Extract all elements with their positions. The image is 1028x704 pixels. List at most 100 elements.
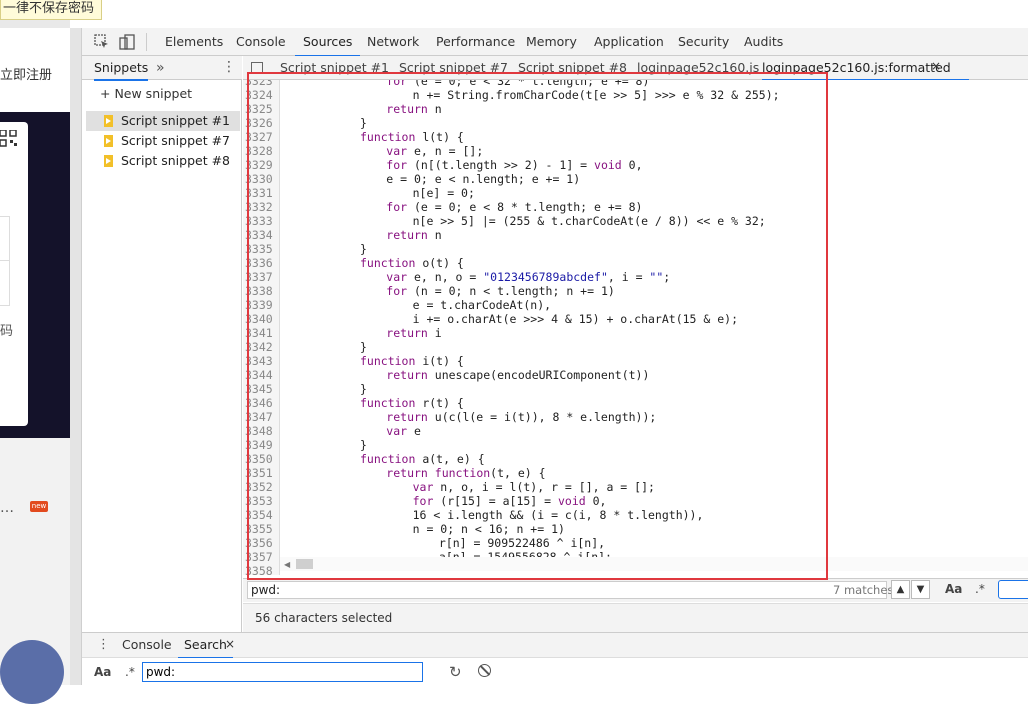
close-tab-icon[interactable]: ×	[931, 59, 941, 73]
line-number[interactable]: 3353	[243, 494, 278, 508]
code-line[interactable]: r[n] = 909522486 ^ i[n],	[439, 536, 605, 550]
code-line[interactable]: }	[360, 116, 367, 130]
tab-performance[interactable]: Performance	[436, 28, 515, 55]
line-number[interactable]: 3332	[243, 200, 278, 214]
line-number[interactable]: 3336	[243, 256, 278, 270]
code-line[interactable]: var e, n, o = "0123456789abcdef", i = ""…	[386, 270, 670, 284]
editor-tab-snippet-8[interactable]: Script snippet #8	[518, 56, 627, 79]
editor-tab-loginpage[interactable]: loginpage52c160.js	[637, 56, 759, 79]
floating-button[interactable]	[0, 640, 64, 704]
device-toolbar-icon[interactable]	[119, 34, 135, 50]
code-line[interactable]: return u(c(l(e = i(t)), 8 * e.length));	[386, 410, 656, 424]
refresh-icon[interactable]: ↻	[449, 663, 462, 681]
clear-search-icon[interactable]	[478, 664, 491, 677]
line-number[interactable]: 3351	[243, 466, 278, 480]
line-number[interactable]: 3334	[243, 228, 278, 242]
tab-memory[interactable]: Memory	[526, 28, 577, 55]
code-line[interactable]: e = t.charCodeAt(n),	[413, 298, 551, 312]
code-line[interactable]: for (e = 0; e < 8 * t.length; e += 8)	[386, 200, 642, 214]
drawer-regex-toggle[interactable]: .*	[125, 665, 135, 679]
close-drawer-tab-icon[interactable]: ×	[225, 637, 235, 651]
line-number[interactable]: 3325	[243, 102, 278, 116]
code-line[interactable]: return n	[386, 102, 441, 116]
line-number[interactable]: 3333	[243, 214, 278, 228]
line-number[interactable]: 3357	[243, 550, 278, 564]
code-line[interactable]: return unescape(encodeURIComponent(t))	[386, 368, 649, 382]
line-number[interactable]: 3358	[243, 564, 278, 575]
navigator-menu-icon[interactable]: ⋮	[222, 59, 236, 75]
line-number[interactable]: 3355	[243, 522, 278, 536]
snippet-item[interactable]: Script snippet #7	[86, 131, 240, 151]
editor-tab-snippet-1[interactable]: Script snippet #1	[280, 56, 389, 79]
line-number[interactable]: 3324	[243, 88, 278, 102]
tab-application[interactable]: Application	[594, 28, 664, 55]
toggle-navigator-icon[interactable]	[251, 62, 263, 73]
drawer-match-case-toggle[interactable]: Aa	[94, 665, 111, 679]
code-line[interactable]: return function(t, e) {	[386, 466, 545, 480]
tab-sources[interactable]: Sources	[295, 28, 361, 57]
line-number[interactable]: 3343	[243, 354, 278, 368]
code-line[interactable]: }	[360, 340, 367, 354]
code-line[interactable]: 16 < i.length && (i = c(i, 8 * t.length)…	[413, 508, 704, 522]
line-number[interactable]: 3329	[243, 158, 278, 172]
line-number[interactable]: 3345	[243, 382, 278, 396]
code-line[interactable]: for (r[15] = a[15] = void 0,	[413, 494, 607, 508]
tab-audits[interactable]: Audits	[744, 28, 783, 55]
register-link[interactable]: 立即注册	[0, 64, 52, 83]
snippet-item[interactable]: Script snippet #1	[86, 111, 240, 131]
code-line[interactable]: n = 0; n < 16; n += 1)	[413, 522, 565, 536]
tab-console[interactable]: Console	[236, 28, 286, 55]
line-number[interactable]: 3354	[243, 508, 278, 522]
code-line[interactable]: n[e] = 0;	[413, 186, 475, 200]
code-line[interactable]: function a(t, e) {	[360, 452, 485, 466]
code-line[interactable]: }	[360, 438, 367, 452]
inspect-element-icon[interactable]	[94, 34, 110, 50]
regex-toggle[interactable]: .*	[975, 582, 985, 596]
code-line[interactable]: for (e = 0; e < 32 * t.length; e += 8)	[386, 80, 649, 88]
page-scrollbar[interactable]	[70, 28, 82, 685]
password-save-tooltip[interactable]: 一律不保存密码	[0, 0, 102, 20]
code-line[interactable]: return i	[386, 326, 441, 340]
replace-input[interactable]	[998, 580, 1028, 599]
line-number[interactable]: 3344	[243, 368, 278, 382]
line-number[interactable]: 3342	[243, 340, 278, 354]
line-number[interactable]: 3340	[243, 312, 278, 326]
code-line[interactable]: for (n[(t.length >> 2) - 1] = void 0,	[386, 158, 642, 172]
code-line[interactable]: }	[360, 242, 367, 256]
code-line[interactable]: function r(t) {	[360, 396, 464, 410]
code-editor[interactable]: for (e = 0; e < 32 * t.length; e += 8) n …	[280, 80, 1028, 575]
source-search-input[interactable]	[247, 581, 887, 599]
code-line[interactable]: var n, o, i = l(t), r = [], a = [];	[413, 480, 655, 494]
code-line[interactable]: var e	[386, 424, 421, 438]
line-number[interactable]: 3350	[243, 452, 278, 466]
code-line[interactable]: }	[360, 382, 367, 396]
line-number[interactable]: 3347	[243, 410, 278, 424]
code-line[interactable]: e = 0; e < n.length; e += 1)	[386, 172, 580, 186]
next-match-button[interactable]: ▼	[911, 580, 930, 599]
code-line[interactable]: function i(t) {	[360, 354, 464, 368]
qr-code-icon[interactable]	[0, 130, 20, 158]
tab-network[interactable]: Network	[367, 28, 419, 55]
code-line[interactable]: return n	[386, 228, 441, 242]
match-case-toggle[interactable]: Aa	[945, 582, 962, 596]
drawer-tab-console[interactable]: Console	[122, 632, 172, 657]
code-line[interactable]: i += o.charAt(e >>> 4 & 15) + o.charAt(1…	[413, 312, 738, 326]
global-search-input[interactable]	[142, 662, 423, 682]
code-line[interactable]: n[e >> 5] |= (255 & t.charCodeAt(e / 8))…	[413, 214, 766, 228]
previous-match-button[interactable]: ▲	[891, 580, 910, 599]
line-number[interactable]: 3327	[243, 130, 278, 144]
snippet-item[interactable]: Script snippet #8	[86, 151, 240, 171]
line-number[interactable]: 3349	[243, 438, 278, 452]
line-number[interactable]: 3331	[243, 186, 278, 200]
line-number[interactable]: 3328	[243, 144, 278, 158]
line-number[interactable]: 3338	[243, 284, 278, 298]
tab-elements[interactable]: Elements	[165, 28, 223, 55]
line-number[interactable]: 3339	[243, 298, 278, 312]
line-number[interactable]: 3337	[243, 270, 278, 284]
code-line[interactable]: function l(t) {	[360, 130, 464, 144]
line-number[interactable]: 3356	[243, 536, 278, 550]
line-number[interactable]: 3330	[243, 172, 278, 186]
scrollbar-thumb[interactable]	[296, 559, 313, 569]
tab-security[interactable]: Security	[678, 28, 729, 55]
line-number[interactable]: 3326	[243, 116, 278, 130]
